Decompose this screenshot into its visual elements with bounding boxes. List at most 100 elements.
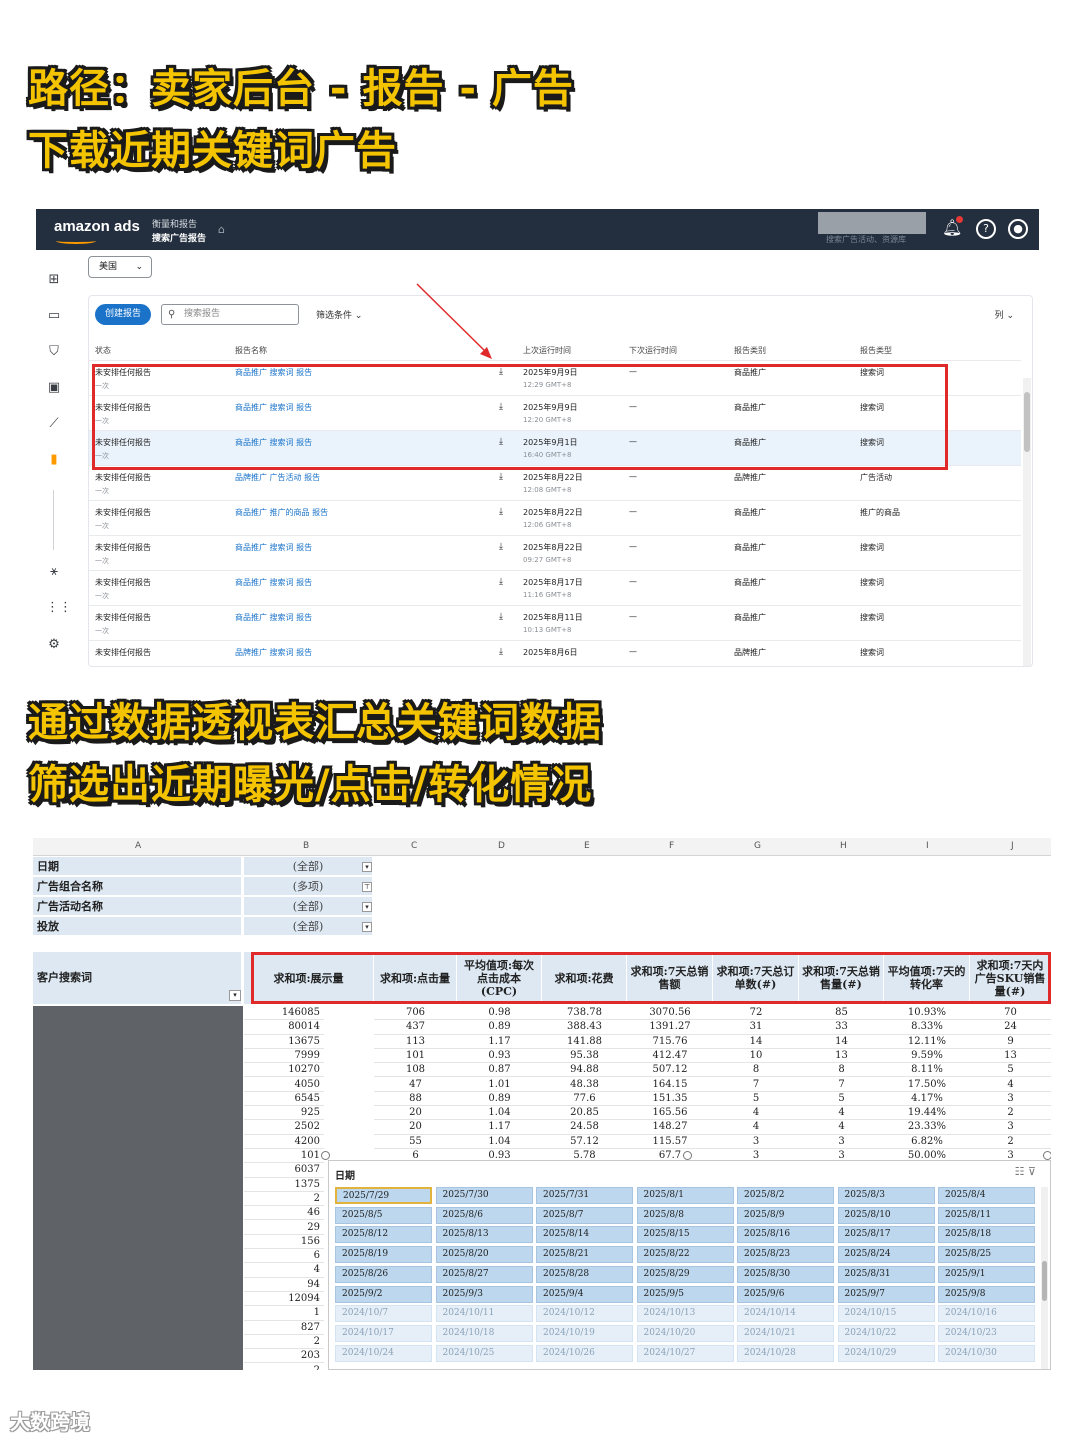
slicer-date-button[interactable]: 2025/7/29 — [335, 1187, 432, 1204]
slicer-date-button[interactable]: 2024/10/28 — [737, 1344, 834, 1362]
pivot-data-cell[interactable]: 88 — [374, 1092, 457, 1107]
slicer-date-button[interactable]: 2025/9/7 — [837, 1285, 935, 1303]
pivot-data-cell[interactable]: 507.12 — [627, 1063, 713, 1078]
slicer-date-button[interactable]: 2025/7/30 — [435, 1187, 533, 1204]
filter-funnel-portfolio-icon[interactable]: ⊤ — [362, 882, 372, 892]
pivot-data-cell[interactable]: 2 — [970, 1135, 1051, 1149]
slicer-date-button[interactable]: 2025/8/27 — [435, 1265, 533, 1283]
slicer-date-button[interactable]: 2025/9/5 — [636, 1285, 734, 1303]
pivot-data-cell[interactable]: 827 — [244, 1321, 324, 1335]
pivot-data-cell[interactable]: 412.47 — [627, 1049, 713, 1064]
pivot-data-cell[interactable]: 0.93 — [457, 1049, 542, 1064]
slicer-date-button[interactable]: 2024/10/16 — [938, 1305, 1035, 1323]
pivot-data-cell[interactable]: 388.43 — [542, 1020, 627, 1035]
col-letter-b[interactable]: B — [303, 841, 309, 851]
pivot-data-cell[interactable]: 77.6 — [542, 1092, 627, 1107]
pivot-data-cell[interactable]: 4 — [244, 1263, 324, 1278]
slicer-date-button[interactable]: 2025/8/14 — [536, 1226, 633, 1244]
pivot-data-cell[interactable]: 80014 — [244, 1020, 324, 1035]
col-letter-h[interactable]: H — [840, 841, 847, 851]
slicer-date-button[interactable]: 2025/9/8 — [938, 1285, 1035, 1303]
pivot-data-cell[interactable]: 48.38 — [542, 1078, 627, 1092]
pivot-data-cell[interactable]: 3 — [713, 1135, 799, 1149]
col-letter-i[interactable]: I — [926, 841, 929, 851]
col-letter-j[interactable]: J — [1011, 841, 1014, 851]
pivot-data-cell[interactable]: 10 — [713, 1049, 799, 1064]
pivot-data-cell[interactable]: 14 — [799, 1035, 884, 1049]
pivot-data-cell[interactable]: 95.38 — [542, 1049, 627, 1064]
pivot-data-cell[interactable]: 1.17 — [457, 1120, 542, 1135]
pivot-data-cell[interactable]: 108 — [374, 1063, 457, 1078]
pivot-data-cell[interactable]: 24 — [970, 1020, 1051, 1035]
slicer-date-button[interactable]: 2024/10/15 — [837, 1305, 935, 1323]
slicer-date-button[interactable]: 2025/8/22 — [636, 1246, 734, 1264]
slicer-date-button[interactable]: 2024/10/13 — [636, 1305, 734, 1323]
pivot-data-cell[interactable]: 70 — [970, 1006, 1051, 1021]
pivot-data-cell[interactable]: 115.57 — [627, 1135, 713, 1149]
slicer-date-button[interactable]: 2025/8/1 — [636, 1187, 734, 1204]
pivot-data-cell[interactable]: 57.12 — [542, 1135, 627, 1149]
pivot-data-cell[interactable]: 4.17% — [884, 1092, 970, 1107]
slicer-date-button[interactable]: 2024/10/24 — [335, 1344, 432, 1362]
pivot-data-cell[interactable]: 5 — [713, 1092, 799, 1107]
pivot-data-cell[interactable]: 8.33% — [884, 1020, 970, 1035]
pivot-data-cell[interactable]: 1.04 — [457, 1135, 542, 1149]
slicer-date-button[interactable]: 2025/8/31 — [837, 1265, 935, 1283]
pivot-data-cell[interactable]: 146085 — [244, 1006, 324, 1021]
pivot-data-cell[interactable]: 94.88 — [542, 1063, 627, 1078]
slicer-resize-handle-left[interactable] — [321, 1151, 330, 1160]
pivot-data-cell[interactable]: 13 — [970, 1049, 1051, 1064]
filter-value-portfolio[interactable]: (多项) — [244, 877, 372, 896]
pivot-data-cell[interactable]: 6037 — [244, 1163, 324, 1178]
pivot-data-cell[interactable]: 0.87 — [457, 1063, 542, 1078]
slicer-date-button[interactable]: 2025/8/9 — [737, 1206, 834, 1224]
slicer-date-button[interactable]: 2024/10/23 — [938, 1324, 1035, 1342]
pivot-data-cell[interactable]: 4 — [970, 1078, 1051, 1092]
col-letter-d[interactable]: D — [498, 841, 505, 851]
slicer-date-button[interactable]: 2025/8/19 — [335, 1246, 432, 1264]
slicer-date-button[interactable]: 2024/10/12 — [536, 1305, 633, 1323]
slicer-date-button[interactable]: 2025/8/8 — [636, 1206, 734, 1224]
pivot-data-cell[interactable]: 437 — [374, 1020, 457, 1035]
slicer-date-button[interactable]: 2025/9/4 — [536, 1285, 633, 1303]
pivot-data-cell[interactable]: 1 — [244, 1306, 324, 1321]
pivot-data-cell[interactable]: 46 — [244, 1206, 324, 1221]
pivot-data-cell[interactable]: 1.01 — [457, 1078, 542, 1092]
pivot-data-cell[interactable]: 47 — [374, 1078, 457, 1092]
pivot-data-cell[interactable]: 24.58 — [542, 1120, 627, 1135]
slicer-date-button[interactable]: 2025/8/21 — [536, 1246, 633, 1264]
pivot-data-cell[interactable]: 165.56 — [627, 1106, 713, 1121]
slicer-date-button[interactable]: 2025/8/4 — [938, 1187, 1035, 1204]
slicer-date-button[interactable]: 2025/8/10 — [837, 1206, 935, 1224]
pivot-data-cell[interactable]: 13675 — [244, 1035, 324, 1049]
pivot-data-cell[interactable]: 9 — [970, 1035, 1051, 1049]
col-letter-a[interactable]: A — [135, 841, 141, 851]
pivot-data-cell[interactable]: 9.59% — [884, 1049, 970, 1064]
pivot-data-cell[interactable]: 13 — [799, 1049, 884, 1064]
slicer-date-button[interactable]: 2024/10/17 — [335, 1324, 432, 1342]
slicer-date-button[interactable]: 2024/10/29 — [837, 1344, 935, 1362]
slicer-date-button[interactable]: 2025/8/29 — [636, 1265, 734, 1283]
slicer-date-button[interactable]: 2025/8/17 — [837, 1226, 935, 1244]
pivot-data-cell[interactable]: 8.11% — [884, 1063, 970, 1078]
slicer-date-button[interactable]: 2025/8/12 — [335, 1226, 432, 1244]
pivot-data-cell[interactable]: 4050 — [244, 1078, 324, 1092]
pivot-data-cell[interactable]: 2502 — [244, 1120, 324, 1135]
slicer-date-button[interactable]: 2024/10/7 — [335, 1305, 432, 1323]
slicer-date-button[interactable]: 2024/10/18 — [435, 1324, 533, 1342]
slicer-date-button[interactable]: 2025/8/16 — [737, 1226, 834, 1244]
slicer-date-button[interactable]: 2025/8/26 — [335, 1265, 432, 1283]
pivot-data-cell[interactable]: 3 — [970, 1092, 1051, 1107]
slicer-resize-handle-mid[interactable] — [683, 1151, 692, 1160]
filter-value-date[interactable]: (全部) — [244, 857, 372, 876]
pivot-data-cell[interactable]: 113 — [374, 1035, 457, 1049]
slicer-date-button[interactable]: 2024/10/14 — [737, 1305, 834, 1323]
pivot-data-cell[interactable]: 738.78 — [542, 1006, 627, 1021]
slicer-date-button[interactable]: 2025/8/20 — [435, 1246, 533, 1264]
row-label-filter-icon[interactable]: ▾ — [229, 990, 241, 1001]
pivot-data-cell[interactable]: 20 — [374, 1120, 457, 1135]
pivot-data-cell[interactable]: 8 — [713, 1063, 799, 1078]
pivot-data-cell[interactable]: 0.89 — [457, 1092, 542, 1107]
slicer-date-button[interactable]: 2024/10/20 — [636, 1324, 734, 1342]
col-letter-e[interactable]: E — [584, 841, 590, 851]
